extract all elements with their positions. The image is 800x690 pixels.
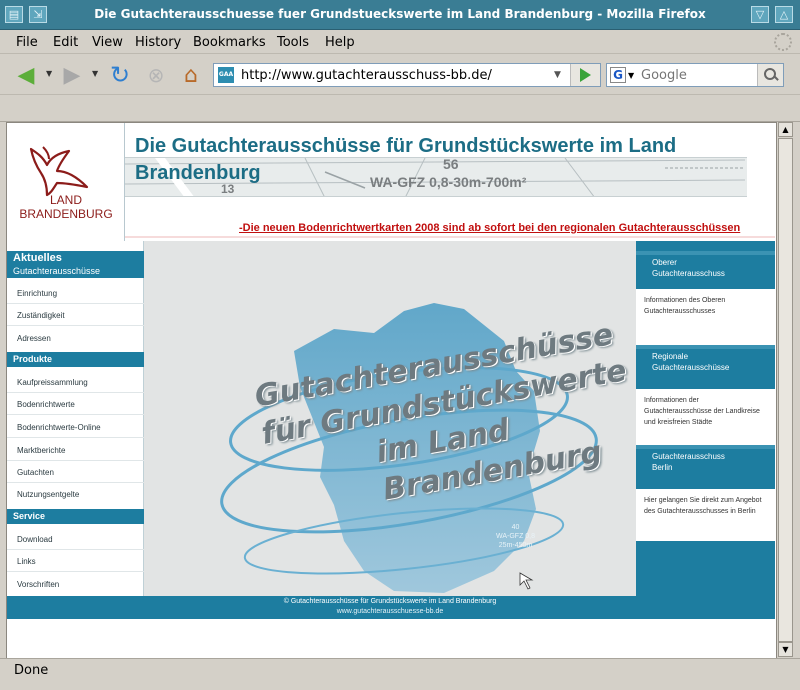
scroll-down-icon[interactable]: ▼ — [778, 642, 793, 657]
search-engine-icon[interactable]: G — [610, 67, 626, 83]
window-titlebar: ▤ ⇲ Die Gutachterausschuesse fuer Grunds… — [0, 0, 800, 30]
search-input[interactable] — [641, 66, 753, 84]
site-favicon: GAA — [218, 67, 234, 83]
nav-link-adressen[interactable]: Adressen — [17, 334, 51, 343]
nav-divider — [7, 437, 144, 438]
url-bar[interactable]: GAA http://www.gutachterausschuss-bb.de/… — [213, 63, 601, 87]
menu-history[interactable]: History — [135, 35, 181, 50]
nav-section-aktuelles: Aktuelles — [7, 251, 144, 265]
go-arrow-icon — [580, 68, 591, 82]
nav-link-kaufpreissammlung[interactable]: Kaufpreissammlung — [17, 378, 88, 387]
map-tag-line-3: 25m-450m — [498, 542, 533, 549]
scroll-up-icon[interactable]: ▲ — [778, 122, 793, 137]
bookmarks-toolbar — [0, 96, 800, 122]
menu-bookmarks[interactable]: Bookmarks — [193, 35, 266, 50]
scroll-thumb[interactable] — [778, 138, 793, 642]
search-bar: G ▼ — [606, 63, 784, 87]
nav-divider — [7, 325, 144, 326]
forward-history-dropdown-icon[interactable]: ▼ — [92, 69, 98, 78]
back-arrow-icon[interactable]: ◀ — [12, 62, 40, 88]
page-title: Die Gutachterausschüsse für Grundstücksw… — [135, 135, 677, 184]
minimize-icon[interactable]: ▽ — [751, 6, 769, 23]
nav-divider — [7, 571, 144, 572]
nav-divider — [7, 460, 144, 461]
nav-link-bodenrichtwerte[interactable]: Bodenrichtwerte — [17, 400, 75, 409]
vertical-scrollbar[interactable]: ▲ ▼ — [776, 122, 794, 658]
nav-section-produkte: Produkte — [7, 352, 144, 367]
forward-arrow-icon[interactable]: ▶ — [58, 62, 86, 88]
nav-link-bodenrichtwerte-online[interactable]: Bodenrichtwerte-Online — [17, 423, 101, 432]
map-tag-line-1: 40 — [511, 524, 520, 531]
box-head-text: Gutachterausschuss Berlin — [652, 452, 725, 472]
map-tag-line-2: WA-GFZ 0,8 — [496, 533, 536, 540]
box-head-berlin[interactable]: Gutachterausschuss Berlin — [636, 445, 775, 485]
url-text[interactable]: http://www.gutachterausschuss-bb.de/ — [241, 68, 492, 83]
window-shade-icon[interactable]: ⇲ — [29, 6, 47, 23]
status-text: Done — [14, 663, 49, 678]
magnifier-icon[interactable] — [757, 64, 783, 86]
nav-link-einrichtung[interactable]: Einrichtung — [17, 289, 57, 298]
nav-link-download[interactable]: Download — [17, 535, 53, 544]
nav-divider — [7, 549, 144, 550]
box-body-oberer[interactable]: Informationen des Oberen Gutachteraussch… — [636, 289, 775, 345]
land-brandenburg-logo[interactable]: LAND BRANDENBURG — [7, 123, 125, 241]
banner-map-tag: 40 WA-GFZ 0,8 25m-450m — [496, 523, 535, 550]
menu-file[interactable]: File — [16, 35, 38, 50]
box-body-regionale[interactable]: Informationen der Gutachterausschüsse de… — [636, 389, 775, 445]
menu-help[interactable]: Help — [325, 35, 355, 50]
go-button[interactable] — [570, 64, 600, 86]
nav-link-nutzungsentgelte[interactable]: Nutzungsentgelte — [17, 490, 79, 499]
url-history-dropdown-icon[interactable]: ▼ — [554, 64, 566, 86]
search-engine-dropdown-icon[interactable]: ▼ — [628, 71, 634, 80]
left-navigation: Aktuelles Gutachterausschüsse Einrichtun… — [7, 241, 144, 596]
nav-divider — [7, 414, 144, 415]
nav-link-zustaendigkeit[interactable]: Zuständigkeit — [17, 311, 65, 320]
menu-edit[interactable]: Edit — [53, 35, 78, 50]
nav-link-links[interactable]: Links — [17, 557, 36, 566]
status-bar: Done — [0, 658, 800, 690]
nav-section-service: Service — [7, 509, 144, 524]
nav-link-marktberichte[interactable]: Marktberichte — [17, 446, 65, 455]
copyright-text: © Gutachterausschüsse für Grundstückswer… — [283, 598, 497, 605]
nav-link-vorschriften[interactable]: Vorschriften — [17, 580, 59, 589]
left-footer-band — [7, 596, 144, 619]
window-title: Die Gutachterausschuesse fuer Grundstuec… — [94, 7, 706, 21]
right-panel: Oberer Gutachterausschuss Informationen d… — [636, 241, 775, 619]
menu-bar: File Edit View History Bookmarks Tools H… — [0, 30, 800, 54]
box-head-regionale[interactable]: Regionale Gutachterausschüsse — [636, 345, 775, 385]
maximize-icon[interactable]: △ — [775, 6, 793, 23]
news-ticker-link[interactable]: -Die neuen Bodenrichtwertkarten 2008 sin… — [239, 222, 740, 234]
nav-section-gutachterausschuesse[interactable]: Gutachterausschüsse — [7, 265, 144, 278]
footer-url-link[interactable]: www.gutachterausschuesse-bb.de — [144, 608, 636, 615]
nav-divider — [7, 303, 144, 304]
nav-link-gutachten[interactable]: Gutachten — [17, 468, 54, 477]
throbber-icon — [774, 33, 792, 51]
navigation-toolbar: ◀ ▼ ▶ ▼ ↻ ⊗ ⌂ GAA http://www.gutachterau… — [0, 55, 800, 95]
logo-line-land: LAND — [49, 193, 82, 207]
nav-divider — [7, 482, 144, 483]
center-footer: © Gutachterausschüsse für Grundstückswer… — [144, 596, 636, 619]
home-icon[interactable]: ⌂ — [177, 62, 205, 88]
ticker-divider — [125, 236, 775, 238]
page-bottom-area — [7, 619, 776, 658]
box-head-text: Regionale Gutachterausschüsse — [652, 352, 730, 372]
box-head-oberer[interactable]: Oberer Gutachterausschuss — [636, 251, 775, 285]
menu-view[interactable]: View — [92, 35, 123, 50]
box-head-text: Oberer Gutachterausschuss — [652, 258, 725, 278]
box-body-berlin[interactable]: Hier gelangen Sie direkt zum Angebot des… — [636, 489, 775, 541]
back-history-dropdown-icon[interactable]: ▼ — [46, 69, 52, 78]
reload-icon[interactable]: ↻ — [106, 61, 134, 89]
center-banner[interactable]: Gutachterausschüsse für Grundstückswerte… — [144, 241, 636, 596]
logo-line-brandenburg: BRANDENBURG — [19, 207, 113, 221]
window-menu-icon[interactable]: ▤ — [5, 6, 23, 23]
menu-tools[interactable]: Tools — [277, 35, 309, 50]
stop-icon[interactable]: ⊗ — [142, 62, 170, 88]
nav-divider — [7, 392, 144, 393]
page-viewport: LAND BRANDENBURG 56 WA-GFZ 0,8-30m-700m²… — [6, 122, 776, 658]
